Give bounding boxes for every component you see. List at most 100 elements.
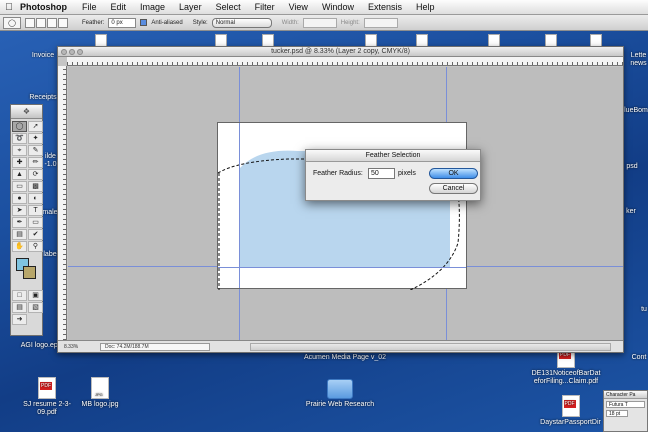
brush-tool-icon[interactable]: ✏ xyxy=(28,157,43,168)
minimize-window-button[interactable] xyxy=(69,49,75,55)
toolbox-header[interactable]: ❖ xyxy=(11,105,42,119)
desktop-icon-sj-resume[interactable]: SJ resume 2-3-09.pdf xyxy=(22,377,72,417)
doc-size-info[interactable]: Doc: 74.2M/188.7M xyxy=(100,342,210,351)
blur-tool-icon[interactable]: ● xyxy=(12,193,27,204)
guide-vertical[interactable] xyxy=(239,123,240,288)
feather-radius-label: Feather Radius: xyxy=(313,170,363,177)
desktop-icon-receipts[interactable]: Receipts xyxy=(28,94,58,102)
ok-button[interactable]: OK xyxy=(429,168,478,179)
move-tool-icon[interactable]: ➚ xyxy=(28,121,43,132)
desktop-partial-label: news xyxy=(630,60,647,67)
folder-icon xyxy=(327,379,353,399)
eyedropper-tool-icon[interactable]: ✔ xyxy=(28,229,43,240)
desktop-icon-label: Invoice xyxy=(31,52,55,59)
type-tool-icon[interactable]: T xyxy=(28,205,43,216)
guide-horizontal[interactable] xyxy=(218,267,466,268)
font-family-field[interactable]: Futura T xyxy=(606,401,645,408)
intersect-selection-mode-button[interactable] xyxy=(58,17,68,28)
document-titlebar[interactable]: tucker.psd @ 8.33% (Layer 2 copy, CMYK/8… xyxy=(58,47,623,57)
desktop-icon-label: SJ resume 2-3-09.pdf xyxy=(23,401,71,416)
gradient-tool-icon[interactable]: ▩ xyxy=(28,181,43,192)
menu-layer[interactable]: Layer xyxy=(172,2,209,12)
zoom-window-button[interactable] xyxy=(77,49,83,55)
full-screen-mode-icon[interactable]: ▧ xyxy=(28,302,43,313)
menu-filter[interactable]: Filter xyxy=(248,2,282,12)
feather-selection-dialog: Feather Selection Feather Radius: 50 pix… xyxy=(305,149,481,201)
width-label: Width: xyxy=(281,19,299,26)
width-input[interactable] xyxy=(302,17,337,28)
character-panel-tabs: Character Pa xyxy=(604,391,647,399)
canvas-area[interactable] xyxy=(68,67,623,340)
add-selection-mode-button[interactable] xyxy=(36,17,46,28)
document-canvas[interactable] xyxy=(217,122,467,290)
menubar:  Photoshop File Edit Image Layer Select… xyxy=(0,0,648,15)
feather-radius-unit: pixels xyxy=(398,170,416,177)
zoom-tool-icon[interactable]: ⚲ xyxy=(28,241,43,252)
close-window-button[interactable] xyxy=(61,49,67,55)
hand-tool-icon[interactable]: ✋ xyxy=(12,241,27,252)
desktop-icon-label: Receipts xyxy=(29,94,57,101)
history-brush-tool-icon[interactable]: ⟳ xyxy=(28,169,43,180)
feather-label: Feather: xyxy=(82,19,105,26)
subtract-selection-mode-button[interactable] xyxy=(47,17,57,28)
screen-mode-icon[interactable]: ▤ xyxy=(12,302,27,313)
app-menu[interactable]: Photoshop xyxy=(18,2,75,12)
pen-tool-icon[interactable]: ✒ xyxy=(12,217,27,228)
new-selection-mode-button[interactable] xyxy=(25,17,35,28)
horizontal-scrollbar[interactable] xyxy=(250,342,611,351)
tab-paragraph[interactable]: Pa xyxy=(629,392,635,398)
crop-tool-icon[interactable]: ⌖ xyxy=(12,145,27,156)
menu-extensis[interactable]: Extensis xyxy=(361,2,409,12)
height-input[interactable] xyxy=(363,17,398,28)
tool-preset-picker[interactable]: ◯ xyxy=(3,16,21,29)
desktop-partial-label: Cont xyxy=(631,354,647,361)
magic-wand-tool-icon[interactable]: ✦ xyxy=(28,133,43,144)
font-size-field[interactable]: 18 pt xyxy=(606,410,628,417)
vertical-ruler[interactable] xyxy=(58,66,67,340)
cancel-button[interactable]: Cancel xyxy=(429,183,478,194)
notes-tool-icon[interactable]: ▤ xyxy=(12,229,27,240)
healing-brush-tool-icon[interactable]: ✚ xyxy=(12,157,27,168)
feather-radius-input[interactable]: 50 xyxy=(368,168,395,179)
slice-tool-icon[interactable]: ✎ xyxy=(28,145,43,156)
antialiased-label: Anti-aliased xyxy=(151,19,183,26)
eraser-tool-icon[interactable]: ▭ xyxy=(12,181,27,192)
desktop-partial-label: tu xyxy=(641,306,647,313)
standard-mode-icon[interactable]: □ xyxy=(12,290,27,301)
shape-tool-icon[interactable]: ▭ xyxy=(28,217,43,228)
quick-mask-mode-icon[interactable]: ▣ xyxy=(28,290,43,301)
pdf-file-icon xyxy=(38,377,56,399)
lasso-tool-icon[interactable]: ➰ xyxy=(12,133,27,144)
tab-character[interactable]: Character xyxy=(606,392,628,398)
desktop-icon-prairie-web[interactable]: Prairie Web Research xyxy=(298,379,382,409)
antialiased-checkbox[interactable] xyxy=(140,19,148,26)
menu-view[interactable]: View xyxy=(282,2,315,12)
desktop-partial-label: labe xyxy=(43,251,57,258)
path-selection-tool-icon[interactable]: ➤ xyxy=(12,205,27,216)
style-select[interactable]: Normal xyxy=(211,17,272,28)
dodge-tool-icon[interactable]: ◐ xyxy=(28,193,43,204)
desktop-icon-invoice[interactable]: Invoice xyxy=(28,52,58,60)
marquee-tool-icon[interactable]: ◯ xyxy=(12,121,27,132)
jump-to-imageready-icon[interactable]: ➜ xyxy=(12,314,27,325)
menu-edit[interactable]: Edit xyxy=(104,2,134,12)
desktop-partial-label: -1.0 xyxy=(44,161,57,168)
desktop-icon-mb-logo[interactable]: MB logo.jpg xyxy=(76,377,124,409)
desktop-icon-daystar[interactable]: DaystarPassportDir xyxy=(533,395,608,427)
background-color-swatch[interactable] xyxy=(23,266,36,279)
menu-select[interactable]: Select xyxy=(209,2,248,12)
zoom-level[interactable]: 8.33% xyxy=(58,344,100,350)
document-title: tucker.psd @ 8.33% (Layer 2 copy, CMYK/8… xyxy=(271,48,410,55)
menu-file[interactable]: File xyxy=(75,2,104,12)
menu-help[interactable]: Help xyxy=(409,2,442,12)
desktop-partial-label: ilde xyxy=(45,153,56,160)
feather-input[interactable]: 0 px xyxy=(108,17,137,28)
apple-menu-icon[interactable]:  xyxy=(0,2,18,13)
menu-image[interactable]: Image xyxy=(133,2,172,12)
menu-window[interactable]: Window xyxy=(315,2,361,12)
desktop-icon-label: AGI logo.eps xyxy=(20,342,62,349)
desktop-partial-label: psd xyxy=(626,163,638,170)
clone-stamp-tool-icon[interactable]: ▲ xyxy=(12,169,27,180)
horizontal-ruler[interactable] xyxy=(67,57,623,66)
desktop-icon-acumen-media[interactable]: Acumen Media Page v_02 xyxy=(298,354,392,362)
